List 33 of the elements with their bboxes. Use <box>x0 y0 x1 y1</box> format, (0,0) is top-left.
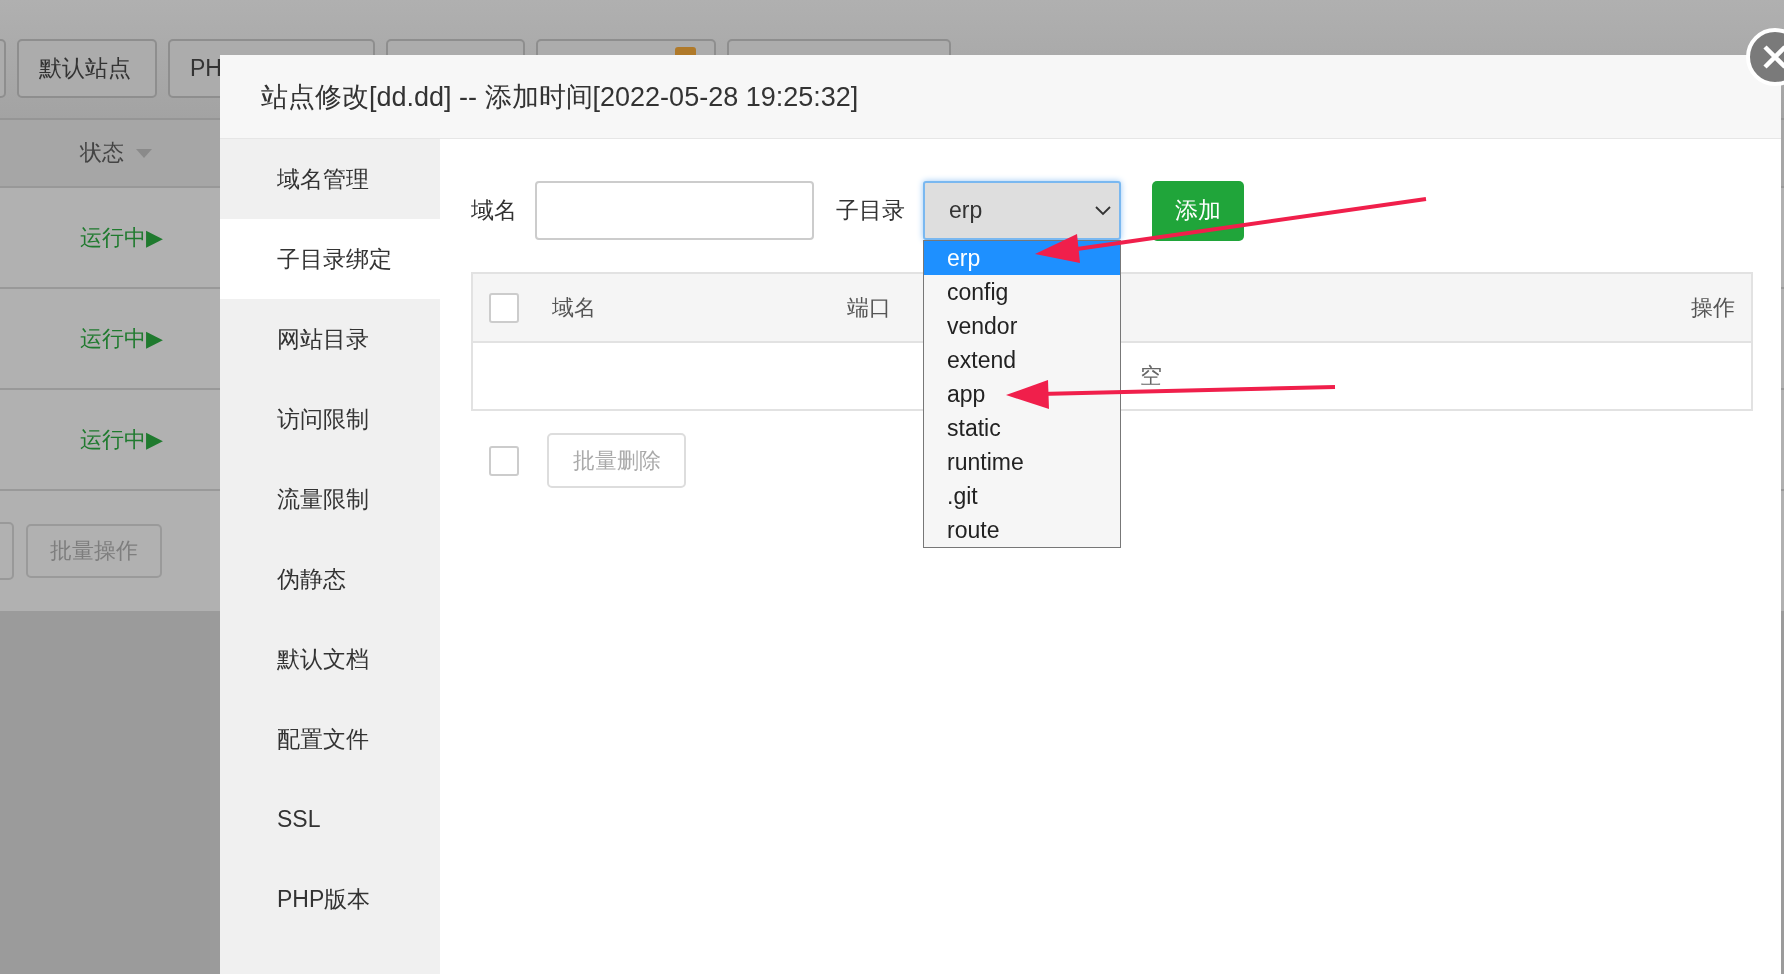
column-header[interactable]: 状态 <box>80 138 124 168</box>
checkbox[interactable] <box>489 292 519 323</box>
column-header: 域名 <box>552 293 596 322</box>
sidebar-item[interactable]: 流量限制 <box>220 459 440 539</box>
sidebar-item[interactable]: SSL <box>220 779 440 859</box>
subdirectory-select[interactable]: erp <box>923 181 1121 240</box>
dialog-title: 站点修改[dd.dd] -- 添加时间[2022-05-28 19:25:32] <box>220 55 1781 139</box>
empty-message: 空 <box>1140 362 1162 390</box>
column-header: 操作 <box>1691 293 1735 322</box>
sidebar-item[interactable]: 子目录绑定 <box>220 219 440 299</box>
sidebar-item[interactable]: 网站目录 <box>220 299 440 379</box>
domain-label: 域名 <box>471 196 517 225</box>
dropdown-option[interactable]: .git <box>924 479 1120 513</box>
dropdown-option[interactable]: config <box>924 275 1120 309</box>
dropdown-option[interactable]: route <box>924 513 1120 547</box>
dropdown-option[interactable]: static <box>924 411 1120 445</box>
dropdown-option[interactable]: extend <box>924 343 1120 377</box>
sidebar-item[interactable]: PHP版本 <box>220 859 440 939</box>
dropdown-option[interactable]: app <box>924 377 1120 411</box>
sidebar-item[interactable]: 域名管理 <box>220 139 440 219</box>
sidebar-item[interactable]: 访问限制 <box>220 379 440 459</box>
dropdown-option[interactable]: runtime <box>924 445 1120 479</box>
chevron-down-icon <box>1095 205 1111 216</box>
sidebar-item[interactable]: 配置文件 <box>220 699 440 779</box>
domain-input[interactable] <box>535 181 814 240</box>
dropdown-option[interactable]: vendor <box>924 309 1120 343</box>
sidebar-item[interactable]: 默认文档 <box>220 619 440 699</box>
checkbox[interactable] <box>489 445 519 476</box>
sidebar-item[interactable]: 伪静态 <box>220 539 440 619</box>
dropdown-icon <box>136 148 152 158</box>
column-header: 端口 <box>847 293 891 322</box>
tab-button[interactable]: 默认站点 <box>17 39 157 98</box>
subdirectory-label: 子目录 <box>836 196 905 225</box>
